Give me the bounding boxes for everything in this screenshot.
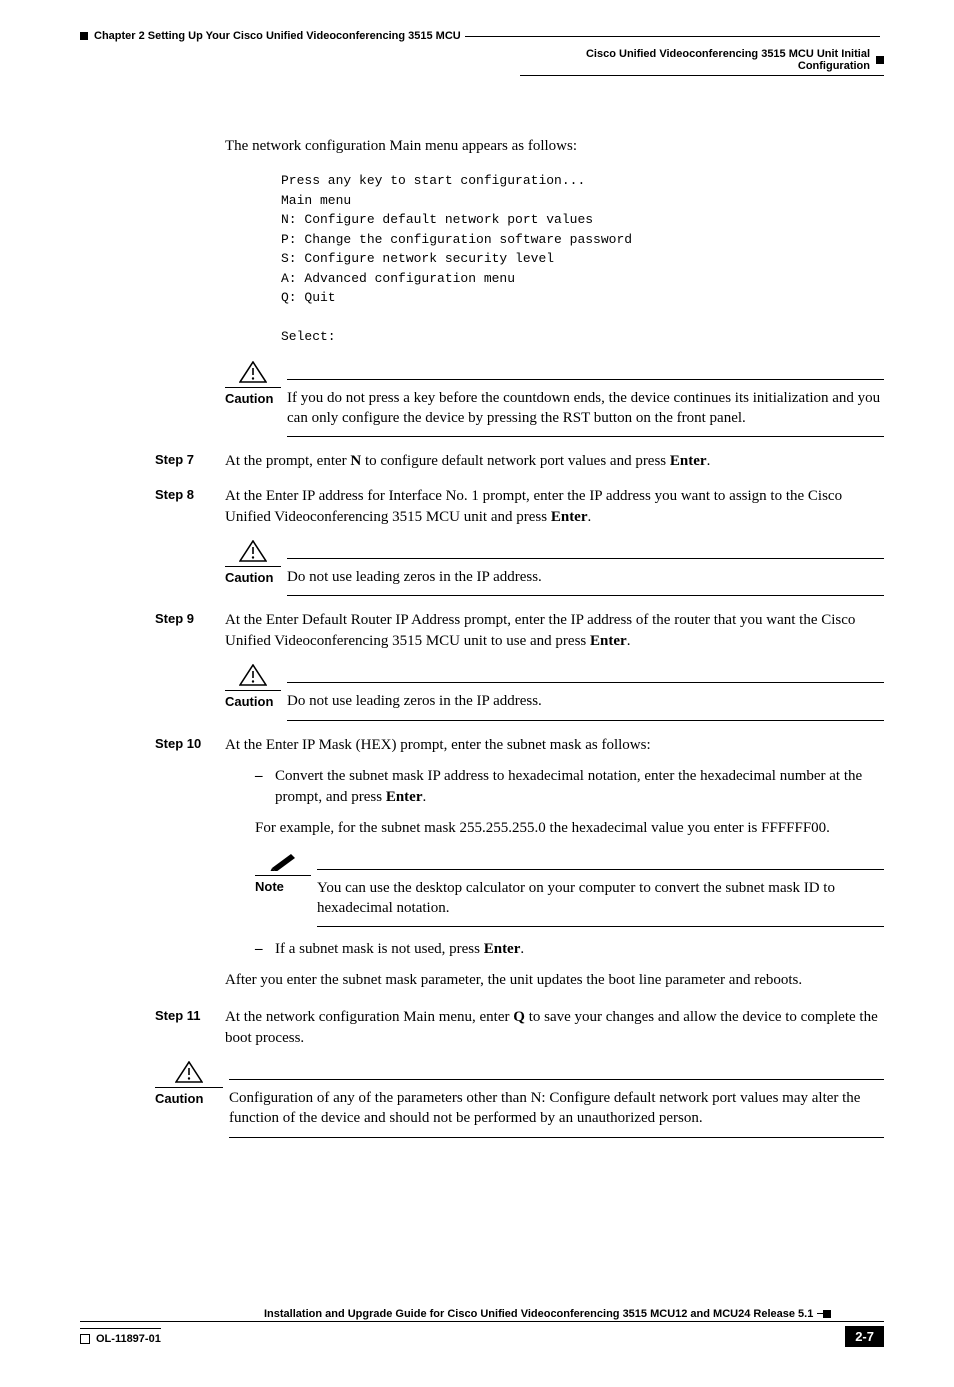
header-square-icon	[80, 32, 88, 40]
caution-text: Do not use leading zeros in the IP addre…	[287, 558, 884, 596]
caution-block: Caution If you do not press a key before…	[225, 361, 884, 438]
caution-label: Caution	[225, 569, 281, 587]
step-label: Step 9	[155, 610, 225, 652]
chapter-label: Chapter 2 Setting Up Your Cisco Unified …	[88, 30, 461, 42]
step-label: Step 11	[155, 1007, 225, 1049]
step-body: At the Enter Default Router IP Address p…	[225, 610, 884, 652]
page-number: 2-7	[845, 1326, 884, 1347]
step-label: Step 10	[155, 735, 225, 1002]
caution-label: Caution	[225, 693, 281, 711]
caution-icon	[225, 664, 281, 691]
caution-text: Configuration of any of the parameters o…	[229, 1079, 884, 1138]
step-body: At the network configuration Main menu, …	[225, 1007, 884, 1049]
step-row: Step 8 At the Enter IP address for Inter…	[225, 486, 884, 528]
caution-label: Caution	[225, 390, 281, 408]
caution-label: Caution	[155, 1090, 223, 1108]
step-body: At the prompt, enter N to configure defa…	[225, 451, 884, 472]
footer: Installation and Upgrade Guide for Cisco…	[80, 1308, 884, 1347]
note-icon	[255, 851, 311, 876]
caution-icon	[155, 1061, 223, 1088]
code-block: Press any key to start configuration... …	[281, 171, 884, 347]
bullet: – Convert the subnet mask IP address to …	[255, 766, 884, 808]
intro-text: The network configuration Main menu appe…	[225, 136, 884, 157]
note-block: Note You can use the desktop calculator …	[255, 851, 884, 928]
running-header: Chapter 2 Setting Up Your Cisco Unified …	[80, 30, 884, 42]
caution-text: If you do not press a key before the cou…	[287, 379, 884, 438]
step-row: Step 11 At the network configuration Mai…	[225, 1007, 884, 1049]
step-label: Step 7	[155, 451, 225, 472]
footer-title: Installation and Upgrade Guide for Cisco…	[260, 1308, 817, 1320]
after-text: After you enter the subnet mask paramete…	[225, 970, 884, 991]
note-label: Note	[255, 878, 311, 896]
caution-block: Caution Do not use leading zeros in the …	[225, 664, 884, 720]
section-label: Cisco Unified Videoconferencing 3515 MCU…	[520, 48, 870, 72]
step-row: Step 9 At the Enter Default Router IP Ad…	[225, 610, 884, 652]
caution-block: Caution Do not use leading zeros in the …	[225, 540, 884, 596]
caution-icon	[225, 540, 281, 567]
section-square-icon	[876, 56, 884, 64]
step-body: At the Enter IP Mask (HEX) prompt, enter…	[225, 735, 884, 1002]
section-header: Cisco Unified Videoconferencing 3515 MCU…	[80, 48, 884, 76]
step-label: Step 8	[155, 486, 225, 528]
caution-block: Caution Configuration of any of the para…	[155, 1061, 884, 1138]
footer-square-icon	[823, 1310, 831, 1318]
note-text: You can use the desktop calculator on yo…	[317, 869, 884, 928]
caution-text: Do not use leading zeros in the IP addre…	[287, 682, 884, 720]
example-text: For example, for the subnet mask 255.255…	[255, 818, 884, 839]
step-row: Step 10 At the Enter IP Mask (HEX) promp…	[225, 735, 884, 1002]
caution-icon	[225, 361, 281, 388]
step-row: Step 7 At the prompt, enter N to configu…	[225, 451, 884, 472]
doc-id: OL-11897-01	[80, 1328, 161, 1345]
step-body: At the Enter IP address for Interface No…	[225, 486, 884, 528]
bullet: – If a subnet mask is not used, press En…	[255, 939, 884, 960]
